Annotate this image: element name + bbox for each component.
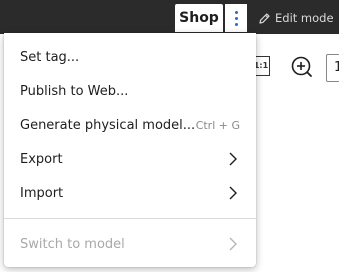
menu-item-generate-physical-model[interactable]: Generate physical model... Ctrl + G bbox=[4, 108, 256, 142]
menu-item-set-tag[interactable]: Set tag... bbox=[4, 40, 256, 74]
chevron-right-icon bbox=[228, 186, 240, 200]
menu-item-publish-to-web[interactable]: Publish to Web... bbox=[4, 74, 256, 108]
menu-item-export[interactable]: Export bbox=[4, 142, 256, 176]
menu-item-label: Generate physical model... bbox=[20, 117, 196, 133]
menu-item-label: Switch to model bbox=[20, 236, 125, 252]
menu-item-label: Import bbox=[20, 185, 64, 201]
vertical-ellipsis-icon bbox=[234, 10, 238, 14]
shortcut-hint: Ctrl + G bbox=[195, 118, 240, 132]
zoom-in-icon bbox=[290, 56, 316, 85]
menu-item-label: Set tag... bbox=[20, 49, 80, 65]
chevron-right-icon bbox=[228, 237, 240, 251]
edit-mode-label: Edit mode bbox=[275, 11, 334, 25]
menu-item-label: Export bbox=[20, 151, 63, 167]
shop-button[interactable]: Shop bbox=[175, 4, 223, 32]
zoom-in-button[interactable] bbox=[290, 55, 316, 81]
zoom-level-field[interactable]: 1 bbox=[326, 54, 339, 82]
menu-separator bbox=[4, 218, 256, 219]
menu-item-label: Publish to Web... bbox=[20, 83, 129, 99]
menu-item-import[interactable]: Import bbox=[4, 176, 256, 210]
more-options-button[interactable] bbox=[225, 4, 247, 32]
shop-dropdown-menu: Set tag... Publish to Web... Generate ph… bbox=[4, 33, 256, 267]
chevron-right-icon bbox=[228, 152, 240, 166]
pencil-icon bbox=[258, 12, 271, 25]
menu-item-switch-to-model[interactable]: Switch to model bbox=[4, 227, 256, 261]
edit-mode-button[interactable]: Edit mode bbox=[258, 9, 334, 27]
top-bar: Shop Edit mode bbox=[0, 0, 339, 34]
